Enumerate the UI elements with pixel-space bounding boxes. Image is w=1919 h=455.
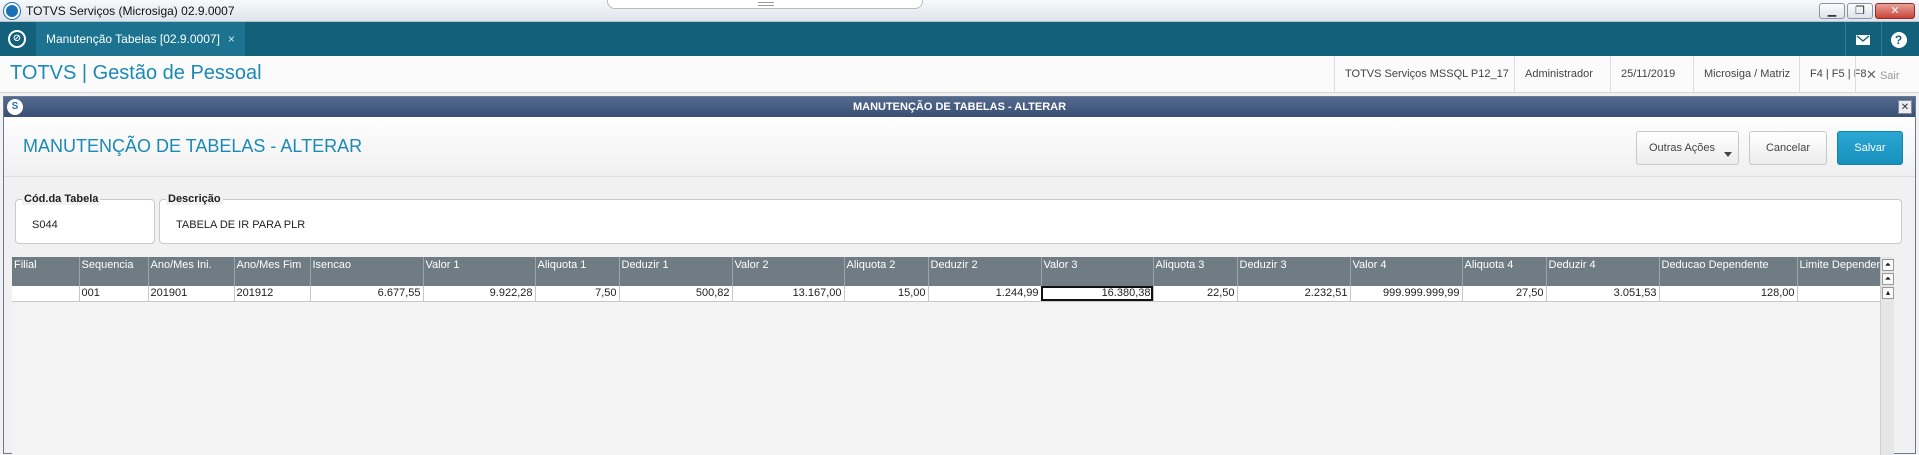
- table-cell[interactable]: 27,50: [1462, 286, 1547, 302]
- save-button[interactable]: Salvar: [1837, 131, 1903, 165]
- column-header[interactable]: Deduzir 1: [619, 257, 733, 286]
- table-cell[interactable]: 3.051,53: [1546, 286, 1660, 302]
- close-icon: ✕: [1866, 67, 1877, 82]
- scroll-up-icon[interactable]: ▴: [1882, 287, 1894, 299]
- column-header[interactable]: Aliquota 4: [1462, 257, 1547, 286]
- exit-button[interactable]: ✕ Sair: [1855, 56, 1910, 93]
- code-field[interactable]: S044: [32, 219, 58, 231]
- scroll-top-icon[interactable]: ⏶: [1882, 259, 1894, 271]
- column-header[interactable]: Limite Dependente: [1797, 257, 1889, 286]
- tab-label: Manutenção Tabelas [02.9.0007]: [46, 32, 220, 46]
- column-header[interactable]: Aliquota 1: [535, 257, 620, 286]
- column-header[interactable]: Ano/Mes Fim: [234, 257, 311, 286]
- table-cell[interactable]: 22,50: [1153, 286, 1238, 302]
- table-cell[interactable]: 15,00: [844, 286, 929, 302]
- table-cell[interactable]: 9.922,28: [423, 286, 536, 302]
- data-table: Filial Sequencia Ano/Mes Ini. Ano/Mes Fim Is…: [12, 257, 1889, 302]
- column-header[interactable]: Aliquota 2: [844, 257, 929, 286]
- table-cell[interactable]: 500,82: [619, 286, 733, 302]
- dialog-title: MANUTENÇÃO DE TABELAS - ALTERAR: [4, 97, 1915, 117]
- description-field[interactable]: TABELA DE IR PARA PLR: [176, 219, 305, 231]
- table-header-row: Filial Sequencia Ano/Mes Ini. Ano/Mes Fim Is…: [12, 257, 1889, 286]
- chevron-down-icon: [1724, 152, 1732, 157]
- column-header[interactable]: Deduzir 3: [1237, 257, 1351, 286]
- dialog-close-icon[interactable]: ✕: [1898, 100, 1912, 114]
- table-cell[interactable]: 1.244,99: [928, 286, 1042, 302]
- user-info[interactable]: Administrador: [1514, 56, 1603, 93]
- minimize-button[interactable]: ▁: [1819, 3, 1845, 19]
- close-window-button[interactable]: ✕: [1875, 3, 1915, 19]
- page-title: MANUTENÇÃO DE TABELAS - ALTERAR: [23, 136, 363, 156]
- company-info[interactable]: Microsiga / Matriz: [1693, 56, 1800, 93]
- cancel-button[interactable]: Cancelar: [1749, 131, 1827, 165]
- window-titlebar: TOTVS Serviços (Microsiga) 02.9.0007 ▁ ❐…: [0, 0, 1919, 22]
- column-header[interactable]: Deducao Dependente: [1659, 257, 1798, 286]
- table-cell[interactable]: [12, 286, 80, 302]
- code-fieldset: Cód.da Tabela S044: [15, 193, 155, 244]
- column-header[interactable]: Valor 2: [732, 257, 845, 286]
- edit-dialog: MANUTENÇÃO DE TABELAS - ALTERAR S ✕ MANU…: [3, 96, 1916, 455]
- drag-handle[interactable]: [607, 0, 923, 9]
- more-actions-label: Outras Ações: [1649, 142, 1716, 154]
- environment-info[interactable]: TOTVS Serviços MSSQL P12_17: [1334, 56, 1519, 93]
- description-fieldset: Descrição TABELA DE IR PARA PLR: [159, 193, 1902, 244]
- code-label: Cód.da Tabela: [22, 193, 101, 205]
- more-actions-button[interactable]: Outras Ações: [1636, 131, 1739, 165]
- restore-button[interactable]: ❐: [1847, 3, 1873, 19]
- tab-close-icon[interactable]: ×: [228, 32, 235, 46]
- scroll-page-up-icon[interactable]: ⏶: [1882, 273, 1894, 285]
- column-header[interactable]: Deduzir 2: [928, 257, 1042, 286]
- mail-icon[interactable]: [1845, 22, 1879, 56]
- module-brand: TOTVS | Gestão de Pessoal: [10, 62, 262, 84]
- table-grid: Filial Sequencia Ano/Mes Ini. Ano/Mes Fim Is…: [12, 257, 1889, 455]
- column-header[interactable]: Valor 3: [1041, 257, 1154, 286]
- column-header[interactable]: Ano/Mes Ini.: [148, 257, 235, 286]
- tab-manutencao-tabelas[interactable]: Manutenção Tabelas [02.9.0007] ×: [36, 22, 245, 56]
- table-cell[interactable]: 6.677,55: [310, 286, 424, 302]
- column-header[interactable]: Valor 4: [1350, 257, 1463, 286]
- description-label: Descrição: [166, 193, 223, 205]
- help-button[interactable]: ?: [1881, 22, 1915, 56]
- column-header[interactable]: Filial: [12, 257, 80, 286]
- table-cell[interactable]: 001: [79, 286, 149, 302]
- home-icon[interactable]: ⊘: [8, 30, 26, 48]
- table-cell[interactable]: [1797, 286, 1889, 302]
- table-cell[interactable]: 201912: [234, 286, 311, 302]
- column-header[interactable]: Isencao: [310, 257, 424, 286]
- column-header[interactable]: Sequencia: [79, 257, 149, 286]
- column-header[interactable]: Aliquota 3: [1153, 257, 1238, 286]
- table-cell[interactable]: 999.999.999,99: [1350, 286, 1463, 302]
- grip-lines-icon: [758, 2, 774, 6]
- table-cell[interactable]: 7,50: [535, 286, 620, 302]
- app-logo-icon: [4, 3, 20, 19]
- date-info[interactable]: 25/11/2019: [1610, 56, 1685, 93]
- module-header: TOTVS | Gestão de Pessoal TOTVS Serviços…: [0, 56, 1919, 93]
- tab-bar: ⊘ Manutenção Tabelas [02.9.0007] × ?: [0, 22, 1919, 56]
- table-cell[interactable]: 2.232,51: [1237, 286, 1351, 302]
- table-row[interactable]: 001 201901 201912 6.677,55 9.922,28 7,50 500,8…: [12, 286, 1889, 302]
- exit-label: Sair: [1879, 70, 1900, 82]
- table-cell[interactable]: 13.167,00: [732, 286, 845, 302]
- column-header[interactable]: Deduzir 4: [1546, 257, 1660, 286]
- table-cell[interactable]: 128,00: [1659, 286, 1798, 302]
- table-cell[interactable]: 16.380,38: [1041, 286, 1154, 302]
- vertical-scrollbar[interactable]: ⏶ ⏶ ▴: [1880, 257, 1894, 455]
- window-title: TOTVS Serviços (Microsiga) 02.9.0007: [26, 4, 235, 18]
- help-icon: ?: [1890, 32, 1907, 48]
- page-header: MANUTENÇÃO DE TABELAS - ALTERAR Outras A…: [4, 117, 1915, 177]
- table-cell[interactable]: 201901: [148, 286, 235, 302]
- dialog-logo-icon: S: [7, 99, 23, 115]
- column-header[interactable]: Valor 1: [423, 257, 536, 286]
